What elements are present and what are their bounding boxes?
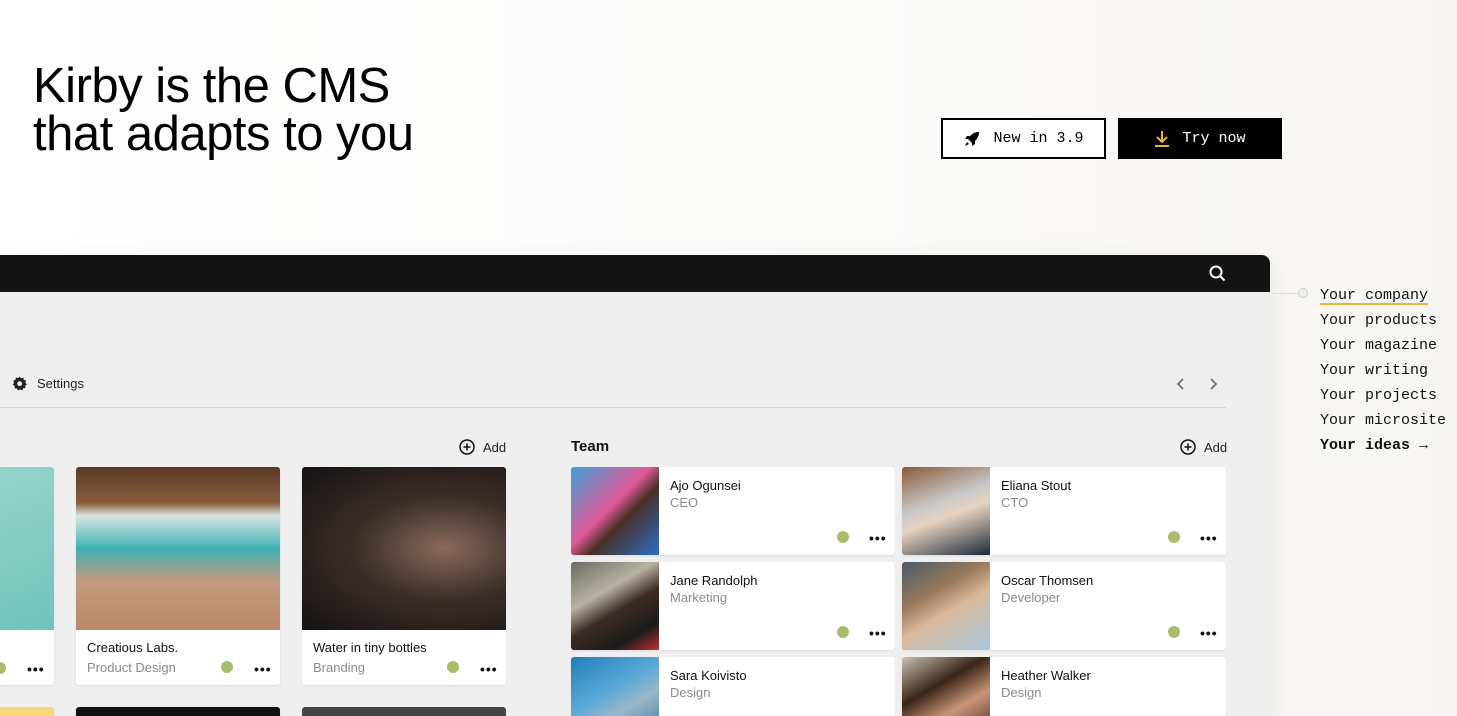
try-now-label: Try now xyxy=(1182,130,1246,147)
status-dot xyxy=(837,531,849,543)
hero-title-line-2: that adapts to you xyxy=(33,107,414,161)
try-now-button[interactable]: Try now xyxy=(1118,118,1282,159)
add-circle-icon xyxy=(459,439,475,455)
project-card[interactable]: Water in tiny bottles Branding ••• xyxy=(302,467,506,685)
use-case-company[interactable]: Your company xyxy=(1320,283,1446,308)
status-dot xyxy=(837,626,849,638)
add-team-button[interactable]: Add xyxy=(1180,439,1227,455)
add-label: Add xyxy=(1204,439,1228,455)
new-in-button[interactable]: New in 3.9 xyxy=(941,118,1106,159)
member-name: Heather Walker xyxy=(1001,668,1091,683)
project-subtitle: Branding xyxy=(313,660,366,675)
avatar xyxy=(571,467,659,555)
use-case-list: Your company Your products Your magazine… xyxy=(1320,283,1446,458)
more-icon[interactable]: ••• xyxy=(27,662,45,676)
more-icon[interactable]: ••• xyxy=(254,662,272,676)
more-icon[interactable]: ••• xyxy=(1200,531,1218,545)
project-card[interactable]: ••• xyxy=(0,467,54,685)
team-member-card[interactable]: Eliana Stout CTO ••• xyxy=(902,467,1226,555)
member-name: Jane Randolph xyxy=(670,573,758,588)
status-dot xyxy=(221,661,233,673)
add-circle-icon xyxy=(1180,439,1196,455)
waterfall-image xyxy=(76,467,280,630)
panel-topbar xyxy=(0,255,1270,292)
more-icon[interactable]: ••• xyxy=(869,626,887,640)
chevron-right-icon[interactable] xyxy=(1208,377,1218,395)
avatar xyxy=(571,562,659,650)
member-role: Marketing xyxy=(670,590,728,605)
download-icon xyxy=(1154,130,1170,148)
gear-icon xyxy=(12,376,27,391)
hero-title: Kirby is the CMS that adapts to you xyxy=(33,59,414,161)
member-role: CEO xyxy=(670,495,699,510)
use-case-microsite[interactable]: Your microsite xyxy=(1320,408,1446,433)
use-case-magazine[interactable]: Your magazine xyxy=(1320,333,1446,358)
team-member-card[interactable]: Heather Walker Design xyxy=(902,657,1226,716)
member-role: Design xyxy=(1001,685,1042,700)
project-card[interactable] xyxy=(302,707,506,716)
cms-panel-preview: Settings Add Team Add ••• Creatious Labs… xyxy=(0,255,1270,716)
divider xyxy=(0,407,1226,408)
more-icon[interactable]: ••• xyxy=(1200,626,1218,640)
hero-title-line-1: Kirby is the CMS xyxy=(33,59,390,113)
member-name: Eliana Stout xyxy=(1001,478,1072,493)
add-label: Add xyxy=(483,439,507,455)
project-title: Creatious Labs. xyxy=(87,640,179,655)
add-project-button[interactable]: Add xyxy=(459,439,506,455)
avatar xyxy=(902,657,990,716)
use-case-ideas[interactable]: Your ideas → xyxy=(1320,433,1446,458)
member-role: Design xyxy=(670,685,711,700)
new-in-label: New in 3.9 xyxy=(993,130,1084,147)
team-member-card[interactable]: Jane Randolph Marketing ••• xyxy=(571,562,895,650)
member-role: CTO xyxy=(1001,495,1029,510)
member-role: Developer xyxy=(1001,590,1061,605)
connector-dot xyxy=(1298,288,1308,298)
use-case-products[interactable]: Your products xyxy=(1320,308,1446,333)
bottle-image xyxy=(302,467,506,630)
team-member-card[interactable]: Oscar Thomsen Developer ••• xyxy=(902,562,1226,650)
pagination-arrows xyxy=(1176,377,1218,395)
use-case-projects[interactable]: Your projects xyxy=(1320,383,1446,408)
chevron-left-icon[interactable] xyxy=(1176,377,1186,395)
project-card[interactable] xyxy=(0,707,54,716)
more-icon[interactable]: ••• xyxy=(480,662,498,676)
status-dot xyxy=(0,662,6,674)
team-section-title: Team xyxy=(571,438,610,455)
member-name: Sara Koivisto xyxy=(670,668,747,683)
team-member-card[interactable]: Ajo Ogunsei CEO ••• xyxy=(571,467,895,555)
avatar xyxy=(902,562,990,650)
avatar xyxy=(902,467,990,555)
project-title: Water in tiny bottles xyxy=(313,640,427,655)
status-dot xyxy=(447,661,459,673)
search-icon[interactable] xyxy=(1209,265,1226,282)
project-subtitle: Product Design xyxy=(87,660,176,675)
member-name: Oscar Thomsen xyxy=(1001,573,1094,588)
member-name: Ajo Ogunsei xyxy=(670,478,741,493)
team-member-card[interactable]: Sara Koivisto Design xyxy=(571,657,895,716)
rocket-icon xyxy=(963,130,981,148)
project-image xyxy=(0,467,54,630)
more-icon[interactable]: ••• xyxy=(869,531,887,545)
project-card[interactable]: Creatious Labs. Product Design ••• xyxy=(76,467,280,685)
project-card[interactable] xyxy=(76,707,280,716)
settings-label: Settings xyxy=(37,376,84,391)
use-case-writing[interactable]: Your writing xyxy=(1320,358,1446,383)
status-dot xyxy=(1168,531,1180,543)
status-dot xyxy=(1168,626,1180,638)
settings-link[interactable]: Settings xyxy=(12,376,84,391)
avatar xyxy=(571,657,659,716)
